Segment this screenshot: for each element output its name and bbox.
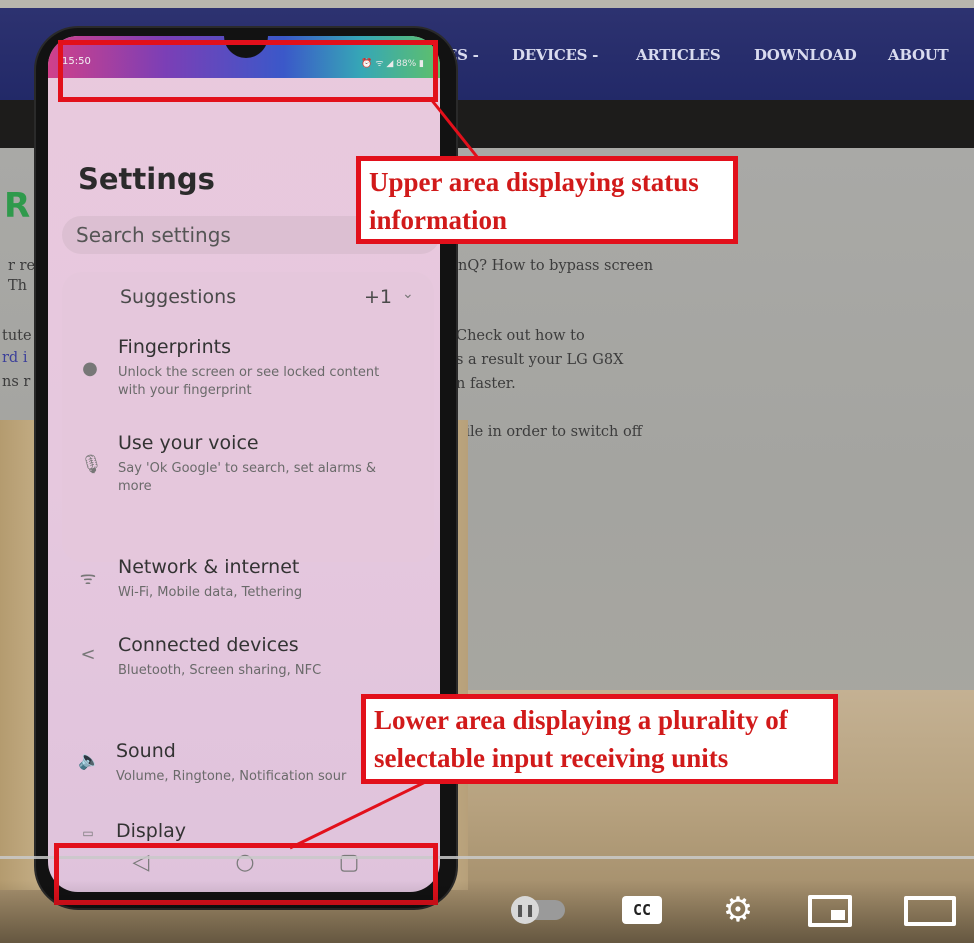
miniplayer-button[interactable]	[804, 892, 856, 930]
cc-button[interactable]: CC	[620, 894, 664, 926]
upper-connector-line	[428, 97, 480, 159]
upper-area-highlight-box	[58, 40, 438, 102]
settings-gear-button[interactable]: ⚙	[716, 892, 760, 928]
annotation-connectors	[289, 97, 543, 850]
pause-icon: ❚❚	[514, 903, 536, 917]
theater-mode-button[interactable]	[900, 892, 960, 930]
video-controls-bar: ❚❚ CC ⚙	[0, 880, 974, 943]
autoplay-toggle[interactable]: ❚❚	[506, 894, 570, 926]
upper-area-callout: Upper area displaying status information	[356, 156, 738, 244]
cc-label: CC	[632, 901, 652, 919]
theater-icon	[904, 896, 956, 926]
video-frame: ES - DEVICES - ARTICLES DOWNLOAD ABOUT R…	[0, 0, 974, 943]
miniplayer-icon	[808, 895, 852, 927]
lower-area-callout: Lower area displaying a plurality of sel…	[361, 694, 838, 784]
gear-icon: ⚙	[722, 890, 754, 930]
